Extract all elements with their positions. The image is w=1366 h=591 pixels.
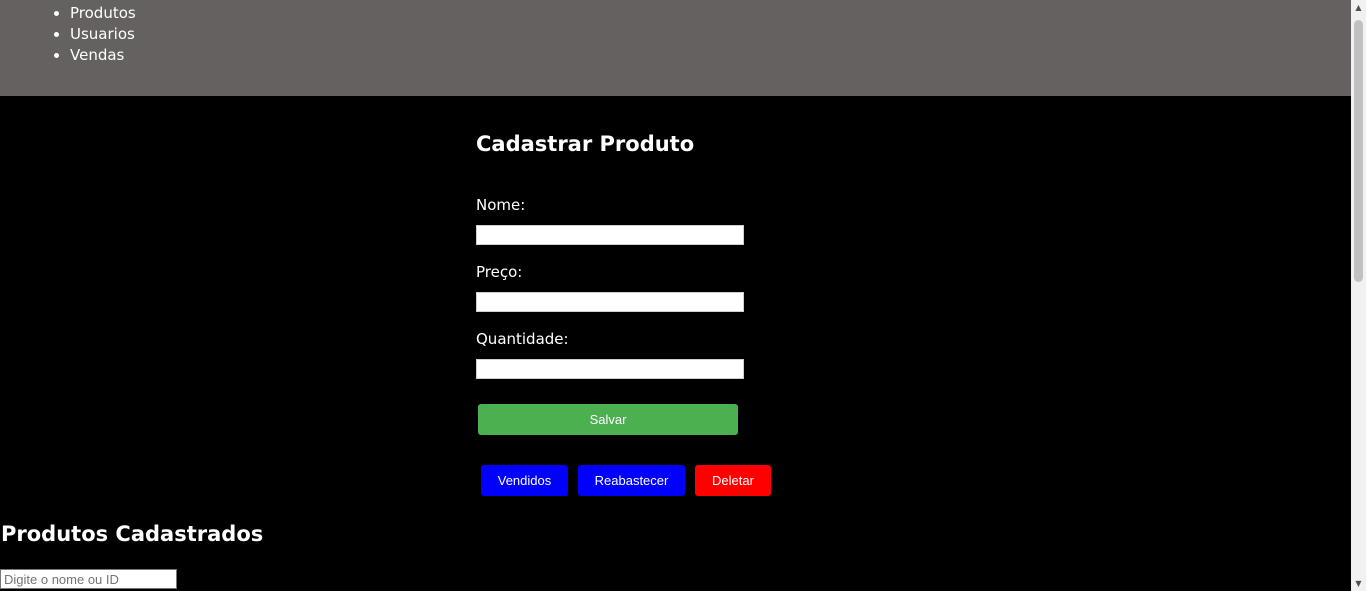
top-navigation-bar: Produtos Usuarios Vendas [0, 0, 1351, 96]
reabastecer-button[interactable]: Reabastecer [578, 465, 685, 496]
chevron-down-icon[interactable]: ▼ [1351, 576, 1366, 591]
save-button[interactable]: Salvar [478, 404, 738, 435]
nome-input[interactable] [476, 225, 744, 245]
nav-list: Produtos Usuarios Vendas [70, 3, 136, 66]
nav-item-usuarios: Usuarios [70, 24, 136, 45]
nav-item-produtos: Produtos [70, 3, 136, 24]
main-content [0, 96, 1351, 591]
nav-link-produtos[interactable]: Produtos [70, 4, 136, 22]
quantidade-label: Quantidade: [476, 330, 569, 348]
search-input[interactable] [0, 569, 177, 589]
vertical-scrollbar[interactable]: ▲ ▼ [1351, 0, 1366, 591]
products-list-title: Produtos Cadastrados [1, 522, 264, 546]
quantidade-input[interactable] [476, 359, 744, 379]
vendidos-button[interactable]: Vendidos [481, 465, 568, 496]
page: Produtos Usuarios Vendas Cadastrar Produ… [0, 0, 1366, 591]
nav-link-vendas[interactable]: Vendas [70, 46, 124, 64]
nav-link-usuarios[interactable]: Usuarios [70, 25, 135, 43]
delete-button[interactable]: Deletar [695, 465, 771, 496]
preco-label: Preço: [476, 263, 523, 281]
nav-item-vendas: Vendas [70, 45, 136, 66]
scrollbar-thumb[interactable] [1354, 20, 1363, 282]
preco-input[interactable] [476, 292, 744, 312]
form-title: Cadastrar Produto [476, 132, 695, 156]
chevron-up-icon[interactable]: ▲ [1351, 0, 1366, 15]
nome-label: Nome: [476, 196, 526, 214]
